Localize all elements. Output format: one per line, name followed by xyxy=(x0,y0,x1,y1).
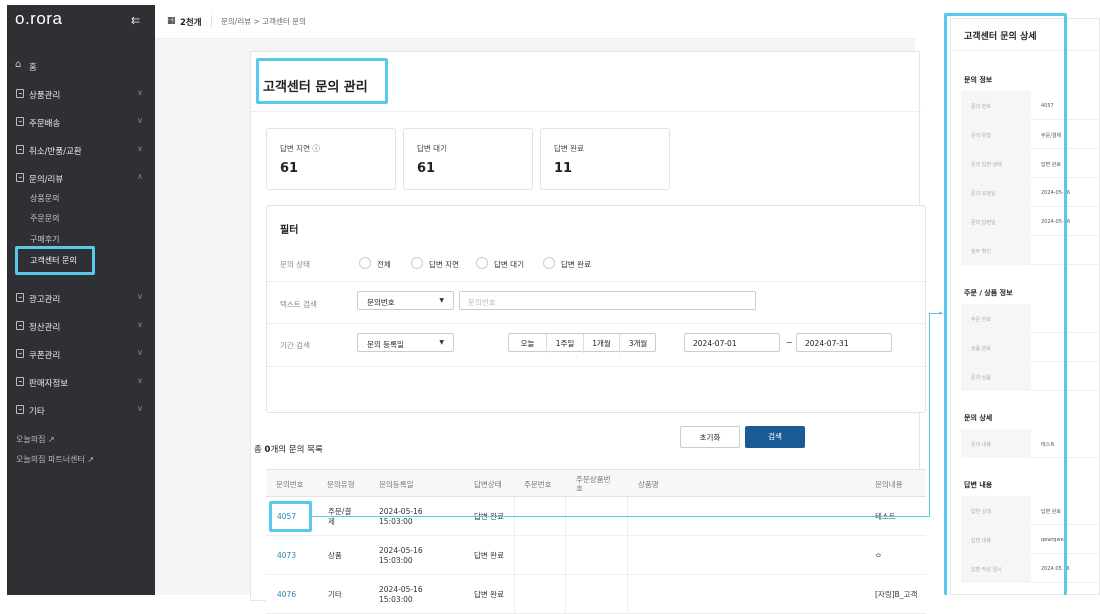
external-link-partner-center[interactable]: 오늘의집 파트너센터 ↗ xyxy=(16,454,94,465)
highlight-box xyxy=(944,13,1067,595)
external-link-icon: ↗ xyxy=(87,455,95,464)
sidebar-item-coupons[interactable]: 쿠폰관리 ∨ xyxy=(7,345,155,365)
reset-button[interactable]: 초기화 xyxy=(680,426,740,448)
date-from-input[interactable]: 2024-07-01 xyxy=(684,333,780,352)
date-separator: ~ xyxy=(786,338,793,347)
text-search-type-select[interactable]: 문의번호 ▼ xyxy=(357,291,454,310)
document-icon xyxy=(16,145,24,154)
document-icon xyxy=(16,321,24,330)
filter-title: 필터 xyxy=(280,225,299,236)
chevron-down-icon: ∨ xyxy=(137,88,143,97)
sidebar-item-settlement[interactable]: 정산관리 ∨ xyxy=(7,317,155,337)
period-today-button[interactable]: 오늘 xyxy=(509,334,546,353)
search-button[interactable]: 검색 xyxy=(745,426,805,448)
stat-value: 11 xyxy=(554,161,573,176)
period-week-button[interactable]: 1주일 xyxy=(546,334,583,353)
table-header: 문의번호 문의유형 문의등록일 답변상태 주문번호 주문상품번호 상품명 문의내… xyxy=(266,469,926,497)
period-3month-button[interactable]: 3개월 xyxy=(619,334,656,353)
document-icon xyxy=(16,405,24,414)
chevron-down-icon: ∨ xyxy=(137,320,143,329)
info-icon: ⓘ xyxy=(312,144,320,153)
highlight-box xyxy=(15,246,95,275)
chevron-down-icon: ∨ xyxy=(137,404,143,413)
sidebar-item-returns[interactable]: 취소/반품/교환 ∨ xyxy=(7,141,155,161)
status-label: 문의 상태 xyxy=(280,260,310,269)
sidebar-item-orders[interactable]: 주문배송 ∨ xyxy=(7,113,155,133)
sidebar-sub-product-inquiry[interactable]: 상품문의 xyxy=(30,193,59,204)
divider xyxy=(251,111,921,112)
arrow-right-icon: ▸ xyxy=(939,309,943,317)
top-bar: ▦ 2천개 문의/리뷰 > 고객센터 문의 xyxy=(155,5,915,39)
breadcrumb: 문의/리뷰 > 고객센터 문의 xyxy=(221,17,306,26)
sidebar-item-label: 홈 xyxy=(29,63,37,73)
chevron-down-icon: ∨ xyxy=(137,144,143,153)
stat-card-delayed: 답변 지연 ⓘ 61 xyxy=(266,128,396,190)
sidebar-item-ads[interactable]: 광고관리 ∨ xyxy=(7,289,155,309)
main-content: 고객센터 문의 관리 답변 지연 ⓘ 61 답변 대기 61 답변 완료 11 … xyxy=(155,39,927,614)
chevron-down-icon: ∨ xyxy=(137,376,143,385)
connector-line xyxy=(929,313,930,517)
store-name[interactable]: 2천개 xyxy=(180,16,202,28)
document-icon xyxy=(16,293,24,302)
external-link-ohouse[interactable]: 오늘의집 ↗ xyxy=(16,434,55,445)
sidebar-item-etc[interactable]: 기타 ∨ xyxy=(7,401,155,421)
stat-card-waiting: 답변 대기 61 xyxy=(403,128,533,190)
chevron-up-icon: ∧ xyxy=(137,172,143,181)
period-quick-buttons: 오늘 1주일 1개월 3개월 xyxy=(508,333,656,353)
document-icon xyxy=(16,89,24,98)
collapse-sidebar-icon[interactable]: ⇇ xyxy=(131,14,140,27)
chevron-down-icon: ∨ xyxy=(137,292,143,301)
connector-line xyxy=(311,516,929,517)
sidebar-item-products[interactable]: 상품관리 ∨ xyxy=(7,85,155,105)
highlight-box xyxy=(269,501,312,532)
sidebar-item-seller-info[interactable]: 판매자정보 ∨ xyxy=(7,373,155,393)
filter-panel: 필터 문의 상태 전체 답변 지연 답변 대기 답변 완료 텍스트 검색 문의번… xyxy=(266,205,927,448)
chevron-down-icon: ∨ xyxy=(137,116,143,125)
list-count: 총 0개의 문의 목록 xyxy=(254,445,323,455)
document-icon xyxy=(16,173,24,182)
caret-down-icon: ▼ xyxy=(439,297,444,304)
app-logo[interactable]: o.rora xyxy=(15,9,62,29)
sidebar-sub-reviews[interactable]: 구매후기 xyxy=(30,234,59,245)
caret-down-icon: ▼ xyxy=(439,339,444,346)
text-search-input[interactable]: 문의번호 xyxy=(459,291,756,310)
period-type-select[interactable]: 문의 등록일 ▼ xyxy=(357,333,454,352)
sidebar: o.rora ⇇ ⌂ 홈 상품관리 ∨ 주문배송 ∨ 취소/반품/교환 ∨ 문의/리뷰… xyxy=(7,5,155,595)
table-row[interactable]: 4073 상품 2024-05-16 15:03:00 답변 완료 ㅇ xyxy=(266,536,926,575)
stat-value: 61 xyxy=(417,161,436,176)
text-search-label: 텍스트 검색 xyxy=(280,300,317,309)
sidebar-item-inquiries[interactable]: 문의/리뷰 ∧ xyxy=(7,169,155,189)
document-icon xyxy=(16,117,24,126)
period-label: 기간 검색 xyxy=(280,341,310,350)
home-icon: ⌂ xyxy=(15,59,22,70)
highlight-box xyxy=(256,58,388,104)
document-icon xyxy=(16,349,24,358)
sidebar-sub-order-inquiry[interactable]: 주문문의 xyxy=(30,213,59,224)
document-icon xyxy=(16,377,24,386)
period-month-button[interactable]: 1개월 xyxy=(583,334,619,353)
store-icon: ▦ xyxy=(167,16,176,26)
date-to-input[interactable]: 2024-07-31 xyxy=(796,333,892,352)
sidebar-item-home[interactable]: ⌂ 홈 xyxy=(7,57,155,77)
chevron-down-icon: ∨ xyxy=(137,348,143,357)
stat-card-done: 답변 완료 11 xyxy=(540,128,670,190)
stat-value: 61 xyxy=(280,161,299,176)
divider xyxy=(211,15,212,27)
external-link-icon: ↗ xyxy=(48,435,55,444)
content-card: 고객센터 문의 관리 답변 지연 ⓘ 61 답변 대기 61 답변 완료 11 … xyxy=(250,51,927,614)
inquiry-id-link[interactable]: 4073 xyxy=(277,536,296,575)
